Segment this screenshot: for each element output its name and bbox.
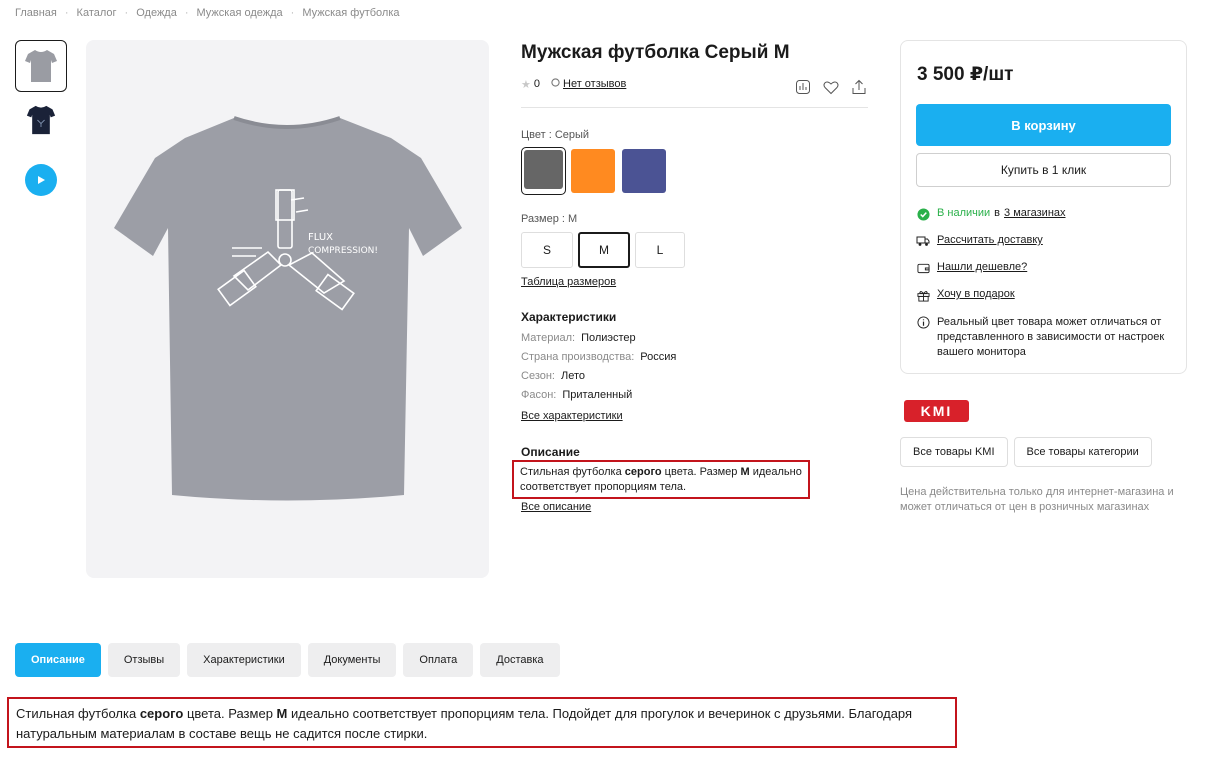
tab-description[interactable]: Описание (15, 643, 101, 677)
breadcrumb-link[interactable]: Мужская одежда (197, 7, 283, 19)
breadcrumb-link[interactable]: Главная (15, 7, 57, 19)
delivery-row[interactable]: Рассчитать доставку (916, 234, 1043, 248)
check-circle-icon (916, 207, 930, 221)
share-icon[interactable] (850, 78, 868, 96)
swatch-orange[interactable] (569, 147, 617, 195)
thumbnail-gray[interactable] (15, 40, 67, 92)
cheaper-row[interactable]: Нашли дешевле? (916, 261, 1027, 275)
tab-documents[interactable]: Документы (307, 643, 397, 677)
info-icon (916, 315, 930, 329)
svg-text:COMPRESSION!: COMPRESSION! (308, 246, 378, 256)
all-description-link[interactable]: Все описание (521, 501, 591, 513)
tshirt-thumb-icon (26, 105, 56, 135)
compare-icon[interactable] (794, 78, 812, 96)
tshirt-thumb-icon (25, 50, 57, 82)
rating-row: ★ 0 Нет отзывов (521, 78, 868, 108)
stores-link[interactable]: 3 магазинах (1004, 207, 1066, 219)
tab-delivery[interactable]: Доставка (480, 643, 560, 677)
gift-icon (916, 288, 930, 302)
size-options: S M L (521, 232, 685, 268)
heart-icon[interactable] (822, 78, 840, 96)
size-option-s[interactable]: S (521, 232, 573, 268)
wallet-icon (916, 261, 930, 275)
reviews-link[interactable]: Нет отзывов (563, 78, 626, 90)
tab-specs[interactable]: Характеристики (187, 643, 301, 677)
price: 3 500 ₽/шт (917, 64, 1014, 85)
price-note: Цена действительна только для интернет-м… (900, 486, 1174, 513)
breadcrumb-link[interactable]: Каталог (77, 7, 117, 19)
color-swatches (521, 147, 668, 195)
stock-row: В наличии в 3 магазинах (916, 207, 1066, 221)
color-label: Цвет : Серый (521, 129, 590, 141)
color-note-row: Реальный цвет товара может отличаться от… (916, 315, 1176, 360)
rating-value: 0 (533, 78, 540, 90)
spec-row: Страна производства: Россия (521, 351, 677, 363)
short-description: Стильная футболка серого цвета. Размер M… (512, 460, 810, 499)
product-tabs: Описание Отзывы Характеристики Документы… (15, 643, 560, 677)
specs-heading: Характеристики (521, 310, 617, 324)
gift-row[interactable]: Хочу в подарок (916, 288, 1015, 302)
play-icon (38, 176, 45, 184)
star-icon: ★ (521, 79, 531, 91)
all-brand-products-button[interactable]: Все товары KMI (900, 437, 1008, 467)
breadcrumb-link[interactable]: Одежда (136, 7, 177, 19)
size-option-l[interactable]: L (635, 232, 685, 268)
video-play-button[interactable] (25, 164, 57, 196)
spec-row: Материал: Полиэстер (521, 332, 636, 344)
brand-links: Все товары KMI Все товары категории (900, 437, 1152, 467)
size-option-m[interactable]: M (578, 232, 630, 268)
description-heading: Описание (521, 445, 580, 459)
truck-icon (916, 234, 930, 248)
spec-row: Фасон: Приталенный (521, 389, 633, 401)
tab-payment[interactable]: Оплата (403, 643, 474, 677)
calc-delivery-link[interactable]: Рассчитать доставку (937, 234, 1043, 246)
swatch-blue[interactable] (620, 147, 668, 195)
breadcrumb: Главная · Каталог · Одежда · Мужская одежда… (15, 7, 400, 19)
thumbnail-navy[interactable] (15, 94, 67, 146)
size-label: Размер : M (521, 213, 578, 225)
full-description: Стильная футболка серого цвета. Размер M… (7, 697, 957, 748)
product-main-image[interactable]: FLUX COMPRESSION! (86, 40, 489, 578)
add-to-cart-button[interactable]: В корзину (916, 104, 1171, 146)
breadcrumb-current: Мужская футболка (302, 7, 400, 19)
product-title: Мужская футболка Серый M (521, 42, 790, 63)
found-cheaper-link[interactable]: Нашли дешевле? (937, 261, 1027, 273)
tshirt-image: FLUX COMPRESSION! (114, 116, 462, 501)
comment-icon (551, 78, 560, 90)
all-specs-link[interactable]: Все характеристики (521, 410, 623, 422)
swatch-gray[interactable] (521, 147, 566, 195)
all-category-products-button[interactable]: Все товары категории (1013, 437, 1152, 467)
size-table-link[interactable]: Таблица размеров (521, 276, 616, 288)
buy-card: 3 500 ₽/шт В корзину Купить в 1 клик В н… (900, 40, 1187, 374)
tab-reviews[interactable]: Отзывы (107, 643, 181, 677)
wish-gift-link[interactable]: Хочу в подарок (937, 288, 1015, 300)
buy-one-click-button[interactable]: Купить в 1 клик (916, 153, 1171, 187)
spec-row: Сезон: Лето (521, 370, 586, 382)
svg-text:FLUX: FLUX (308, 232, 333, 243)
brand-logo[interactable]: KMI (904, 400, 969, 422)
